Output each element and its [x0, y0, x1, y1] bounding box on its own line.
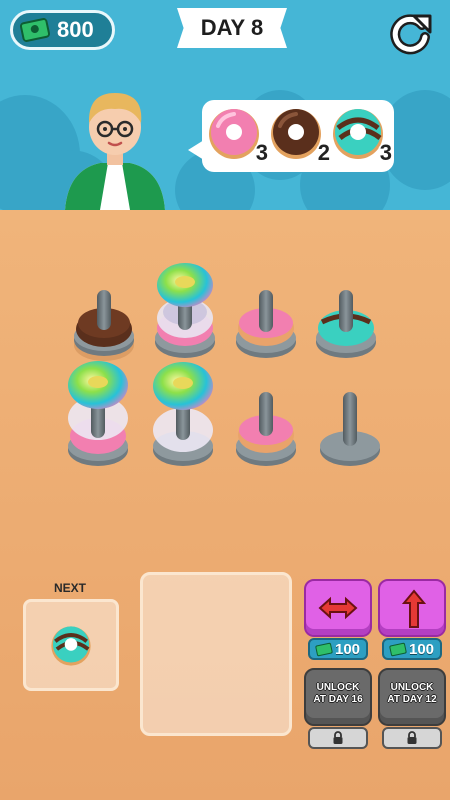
cash-icon [315, 641, 333, 657]
order-item-chocolate: 2 [268, 106, 330, 166]
unlock-line: UNLOCK [390, 682, 434, 693]
locked-tool-1-lock [308, 727, 368, 749]
next-label: NEXT [53, 581, 86, 595]
order-bubble: 3 2 3 [202, 100, 394, 172]
day-banner: DAY 8 [177, 8, 287, 48]
lift-tool-button[interactable] [378, 579, 446, 637]
lock-icon [407, 731, 417, 744]
pink-donut-icon [209, 109, 259, 159]
order-count: 3 [255, 140, 268, 165]
swap-tool-button[interactable] [304, 579, 372, 637]
order-item-pink: 3 [206, 106, 268, 166]
cash-icon [19, 17, 51, 43]
unlock-line: UNLOCK [316, 682, 360, 693]
locked-tool-2-lock [382, 727, 442, 749]
lift-tool-price[interactable]: 100 [382, 638, 442, 660]
cash-counter: 800 [10, 10, 115, 50]
order-count: 2 [317, 140, 330, 165]
mint-chocolate-donut-icon [333, 109, 383, 159]
price-value: 100 [334, 640, 361, 658]
next-donut-box [23, 599, 119, 691]
unlock-day: AT DAY 16 [313, 694, 363, 705]
locked-tool-1[interactable]: UNLOCK AT DAY 16 [304, 668, 372, 726]
holding-slot[interactable] [140, 572, 292, 736]
shop-scene: 800 DAY 8 3 2 3 [0, 0, 450, 210]
lock-icon [333, 731, 343, 744]
unlock-day: AT DAY 12 [387, 694, 437, 705]
unlock-text: UNLOCK AT DAY 16 [306, 682, 370, 706]
unlock-text: UNLOCK AT DAY 12 [380, 682, 444, 706]
price-value: 100 [408, 640, 435, 658]
customer-avatar [65, 93, 165, 210]
chocolate-donut-icon [271, 109, 321, 159]
mint-chocolate-donut-icon [51, 626, 91, 666]
cash-value: 800 [57, 17, 94, 42]
swap-arrows-icon [318, 596, 358, 620]
order-item-mint: 3 [330, 106, 392, 166]
swap-tool-price[interactable]: 100 [308, 638, 368, 660]
lift-arrow-icon [402, 589, 426, 628]
cash-icon [389, 641, 407, 657]
order-count: 3 [379, 140, 392, 165]
locked-tool-2[interactable]: UNLOCK AT DAY 12 [378, 668, 446, 726]
restart-icon[interactable] [386, 10, 434, 58]
